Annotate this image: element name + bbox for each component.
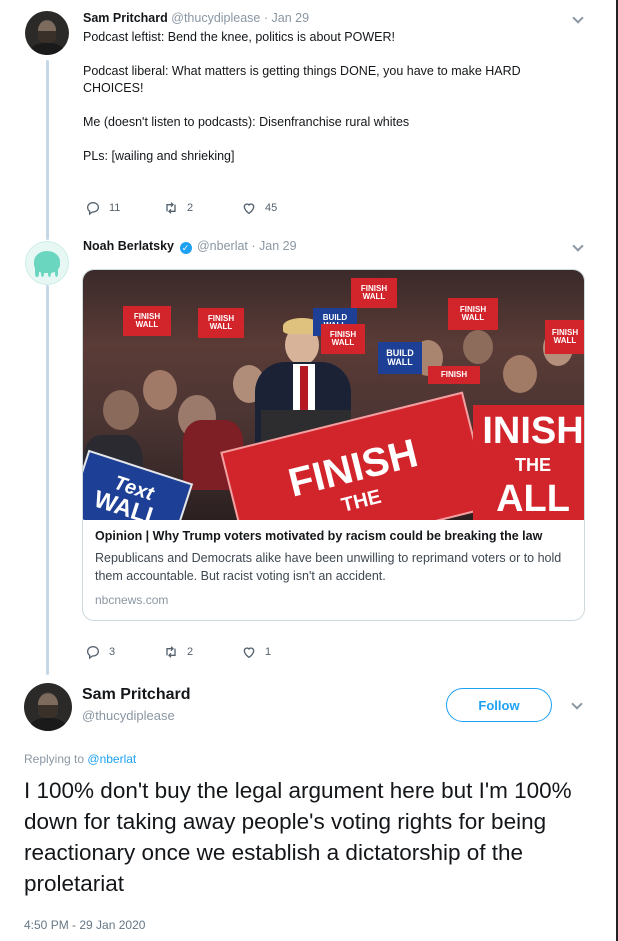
avatar[interactable] [24, 683, 72, 731]
tweet-timestamp[interactable]: 4:50 PM - 29 Jan 2020 [24, 918, 145, 932]
card-domain: nbcnews.com [95, 593, 169, 607]
chevron-down-icon[interactable] [571, 700, 581, 710]
card-image: FINISHWALL FINISHWALL FINISHWALL BUILDWA… [83, 270, 584, 520]
author-handle[interactable]: @thucydiplease [82, 708, 175, 723]
author-name[interactable]: Sam Pritchard [83, 11, 168, 25]
reply-button[interactable]: 3 [85, 644, 163, 660]
reply-count: 11 [109, 202, 121, 214]
retweet-button[interactable]: 2 [163, 644, 241, 660]
author-handle[interactable]: @thucydiplease [171, 11, 260, 25]
avatar[interactable] [25, 11, 69, 55]
separator: · [251, 239, 256, 253]
reply-count: 3 [109, 646, 116, 658]
heart-icon [243, 203, 255, 215]
author-name[interactable]: Noah Berlatsky [83, 239, 174, 253]
replying-prefix: Replying to [24, 752, 85, 766]
separator: · [263, 11, 269, 25]
sign: FINISH WALL [545, 320, 584, 354]
link-card[interactable]: FINISHWALL FINISHWALL FINISHWALL BUILDWA… [82, 269, 585, 621]
thread-connector [46, 285, 49, 675]
sign: FINISH WALL [448, 298, 498, 330]
author-name[interactable]: Sam Pritchard [82, 686, 190, 704]
avatar[interactable] [25, 241, 69, 285]
thread-connector [46, 60, 49, 240]
like-button[interactable]: 45 [241, 200, 319, 216]
sign: FINISH [428, 366, 480, 384]
tweet-paragraph: Me (doesn't listen to podcasts): Disenfr… [83, 115, 410, 129]
tweet-actions: 11 2 45 [85, 200, 319, 216]
main-tweet-text: I 100% don't buy the legal argument here… [24, 778, 572, 896]
sign: FINISH WALL [321, 324, 365, 354]
tweet-paragraph: Podcast leftist: Bend the knee, politics… [83, 30, 395, 44]
replying-to: Replying to @nberlat [24, 752, 136, 766]
retweet-icon [166, 202, 176, 214]
chevron-down-icon[interactable] [572, 14, 582, 24]
tweet-thread: Sam Pritchard @thucydiplease · Jan 29 Po… [0, 0, 618, 941]
retweet-count: 2 [187, 646, 194, 658]
tweet-paragraph: PLs: [wailing and shrieking] [83, 149, 235, 163]
retweet-button[interactable]: 2 [163, 200, 241, 216]
sign: INISH THE ALL [473, 405, 584, 520]
verified-badge-icon: ✓ [179, 242, 192, 254]
sign: BUILDWALL [378, 342, 422, 374]
sign: FINISH WALL [123, 306, 171, 336]
tweet-body: Podcast leftist: Bend the knee, politics… [83, 29, 543, 165]
card-description: Republicans and Democrats alike have bee… [95, 551, 562, 583]
like-count: 45 [265, 202, 278, 214]
tweet-header: Noah Berlatsky ✓ @nberlat · Jan 29 [83, 239, 297, 254]
retweet-icon [166, 646, 176, 658]
card-body: Opinion | Why Trump voters motivated by … [95, 528, 575, 607]
follow-button[interactable]: Follow [446, 688, 552, 722]
sign: FINISH WALL [351, 278, 397, 308]
tweet-paragraph: Podcast liberal: What matters is getting… [83, 64, 521, 95]
like-count: 1 [265, 646, 272, 658]
reply-button[interactable]: 11 [85, 200, 163, 216]
tweet-date[interactable]: Jan 29 [272, 11, 310, 25]
reply-icon [86, 645, 100, 660]
tweet-date[interactable]: Jan 29 [259, 239, 297, 253]
replying-mention[interactable]: @nberlat [87, 752, 136, 766]
chevron-down-icon[interactable] [572, 242, 582, 252]
tweet-header: Sam Pritchard @thucydiplease · Jan 29 [83, 11, 309, 25]
retweet-count: 2 [187, 202, 194, 214]
like-button[interactable]: 1 [241, 644, 319, 660]
sign: FINISH WALL [198, 308, 244, 338]
tweet-actions: 3 2 1 [85, 644, 319, 660]
heart-icon [243, 647, 255, 659]
author-handle[interactable]: @nberlat [197, 239, 248, 253]
reply-icon [86, 201, 100, 216]
card-title[interactable]: Opinion | Why Trump voters motivated by … [95, 528, 575, 545]
